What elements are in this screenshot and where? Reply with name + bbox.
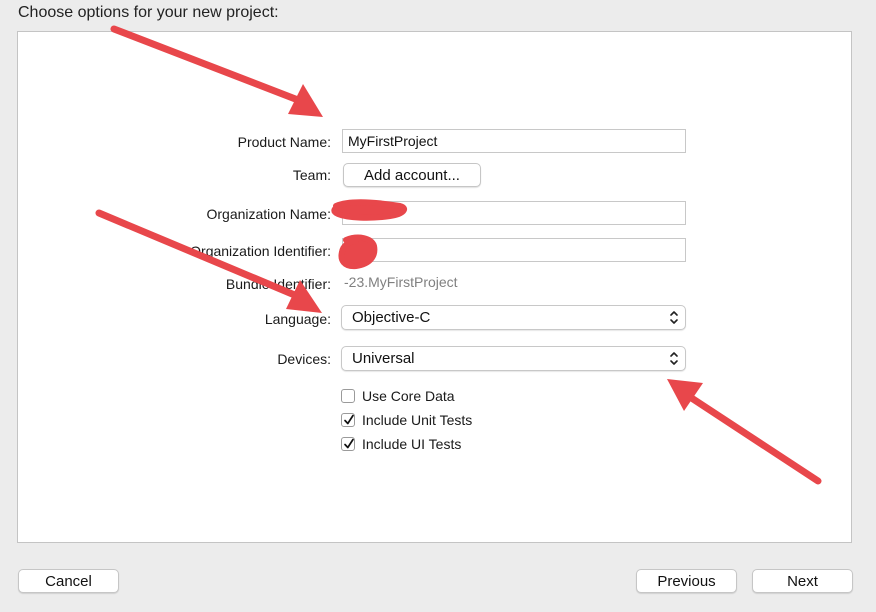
bundle-identifier-label: Bundle Identifier: xyxy=(225,276,331,292)
use-core-data-checkbox[interactable] xyxy=(341,389,355,403)
chevron-up-down-icon xyxy=(670,311,678,324)
product-name-label: Product Name: xyxy=(237,134,331,150)
redaction-mark xyxy=(331,199,408,221)
redaction-mark xyxy=(338,234,378,270)
language-select-value: Objective-C xyxy=(352,309,431,326)
organization-identifier-input[interactable] xyxy=(342,238,686,262)
page-title: Choose options for your new project: xyxy=(18,4,279,21)
devices-select-value: Universal xyxy=(352,350,415,367)
devices-label: Devices: xyxy=(277,351,331,367)
include-unit-tests-checkbox-row[interactable]: Include Unit Tests xyxy=(341,411,472,429)
organization-identifier-label: Organization Identifier: xyxy=(190,243,331,259)
next-button[interactable]: Next xyxy=(752,569,853,593)
checkmark-icon xyxy=(344,414,354,425)
cancel-button[interactable]: Cancel xyxy=(18,569,119,593)
use-core-data-label: Use Core Data xyxy=(362,388,455,404)
devices-select[interactable]: Universal xyxy=(341,346,686,371)
organization-name-label: Organization Name: xyxy=(206,206,331,222)
include-unit-tests-label: Include Unit Tests xyxy=(362,412,473,428)
include-unit-tests-checkbox[interactable] xyxy=(341,413,355,427)
previous-button[interactable]: Previous xyxy=(636,569,737,593)
include-ui-tests-label: Include UI Tests xyxy=(362,436,462,452)
bundle-identifier-value: -23.MyFirstProject xyxy=(344,274,458,290)
product-name-input[interactable] xyxy=(342,129,686,153)
team-label: Team: xyxy=(292,167,331,183)
add-account-button[interactable]: Add account... xyxy=(343,163,481,187)
language-label: Language: xyxy=(264,311,331,327)
checkmark-icon xyxy=(344,438,354,449)
language-select[interactable]: Objective-C xyxy=(341,305,686,330)
include-ui-tests-checkbox-row[interactable]: Include UI Tests xyxy=(341,435,461,453)
use-core-data-checkbox-row[interactable]: Use Core Data xyxy=(341,387,455,405)
chevron-up-down-icon xyxy=(670,352,678,365)
include-ui-tests-checkbox[interactable] xyxy=(341,437,355,451)
